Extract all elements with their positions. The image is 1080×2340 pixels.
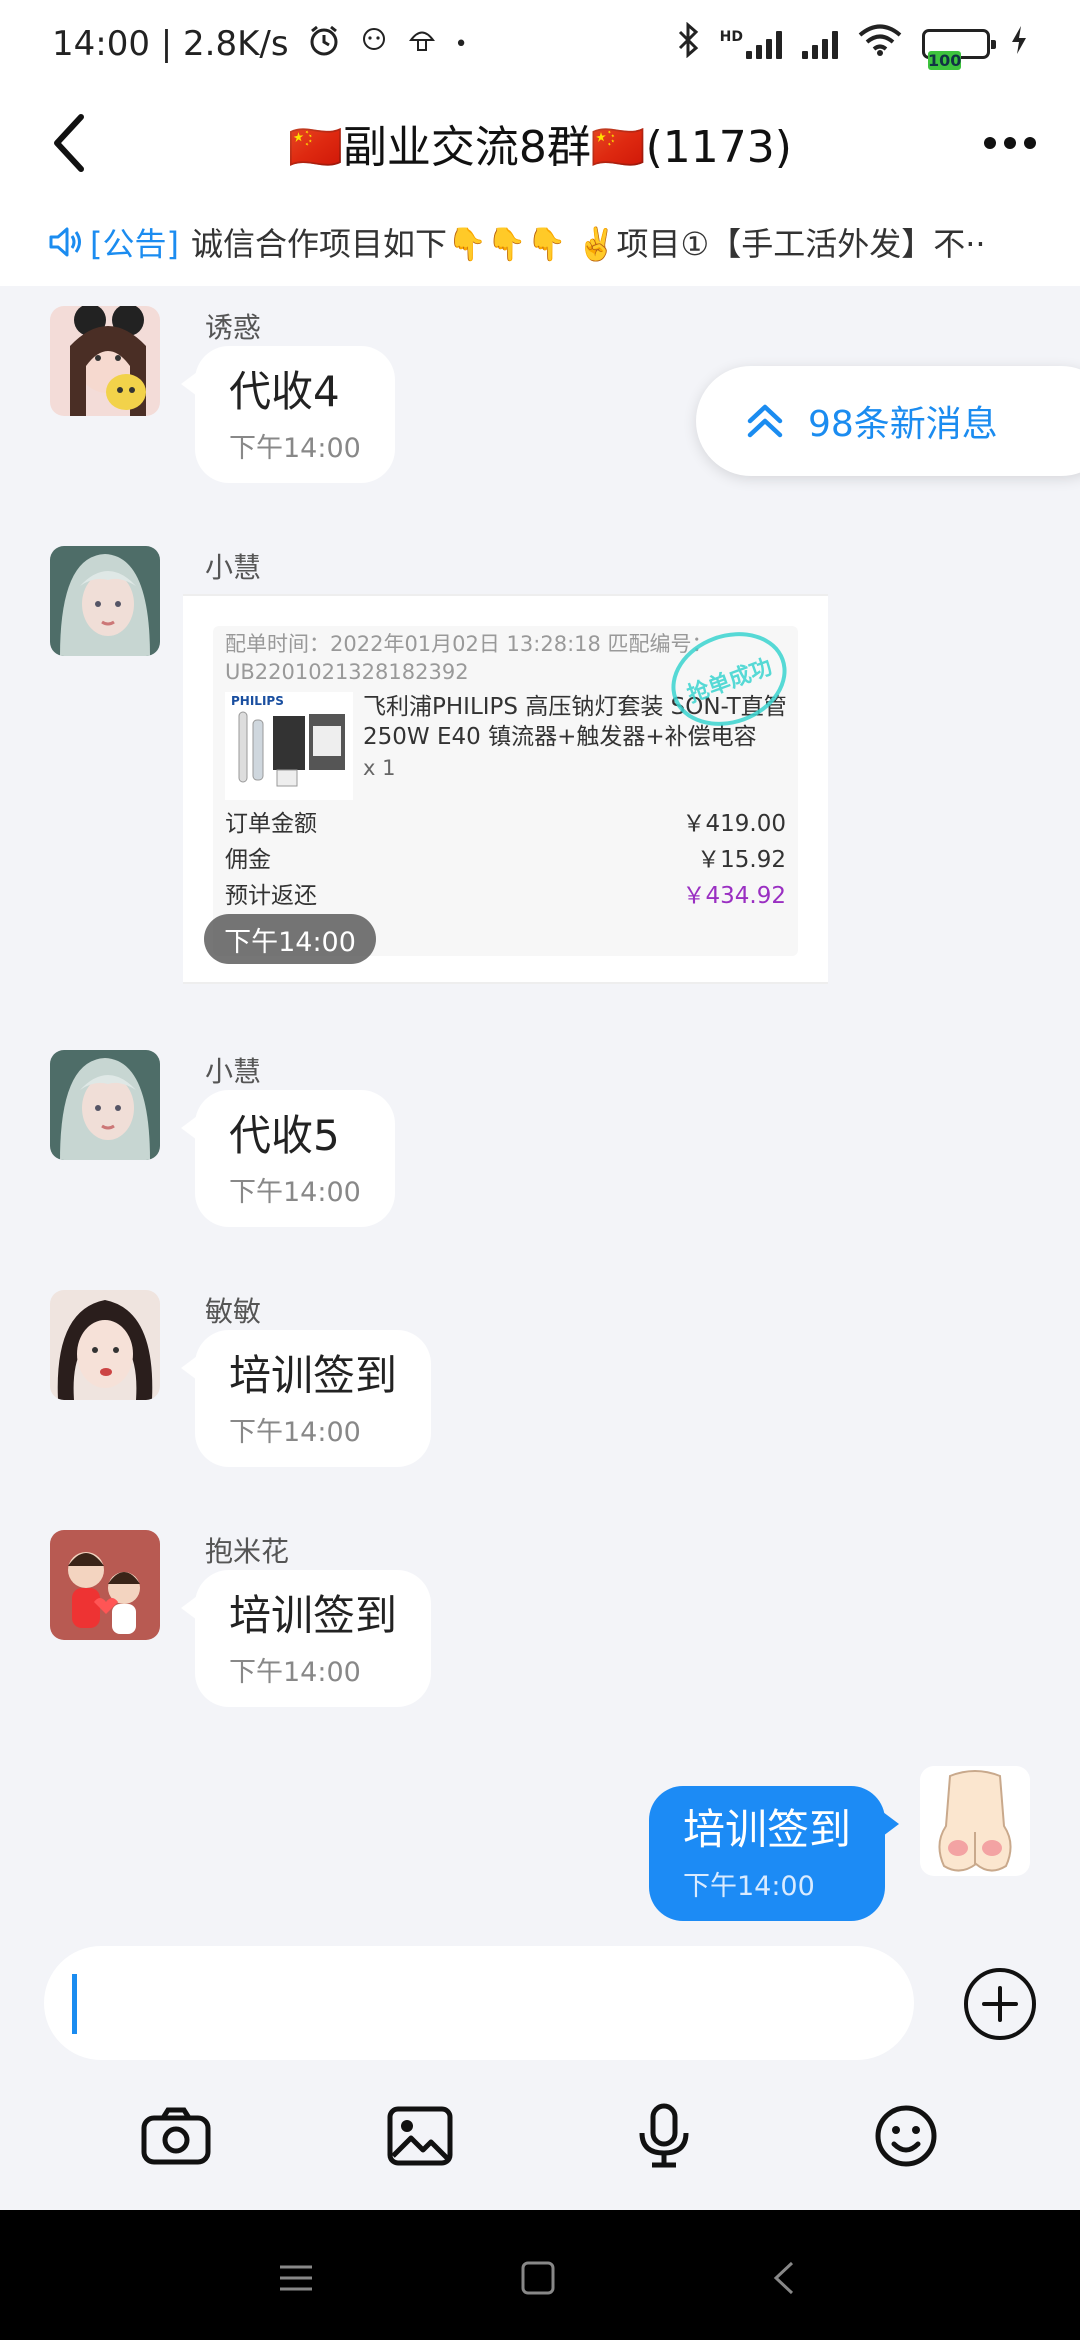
product-image: PHILIPS — [225, 692, 353, 800]
announcement-text: 诚信合作项目如下👇👇👇 ✌️项目①【手工活外发】不·· — [190, 225, 986, 263]
image-icon — [387, 2106, 453, 2166]
emoji-button[interactable] — [866, 2096, 946, 2176]
message-text: 培训签到 — [229, 1591, 398, 1640]
voice-button[interactable] — [624, 2096, 704, 2176]
camera-icon — [141, 2107, 211, 2165]
input-toolbar — [0, 2096, 1080, 2186]
text-caret — [72, 1974, 77, 2034]
new-messages-button[interactable]: 98条新消息 — [696, 366, 1080, 476]
menu-nav-button[interactable] — [266, 2248, 326, 2308]
app-notification-icon — [359, 24, 389, 64]
status-dot: • — [454, 31, 468, 57]
sender-name: 小慧 — [205, 551, 262, 584]
message-text: 培训签到 — [229, 1351, 398, 1400]
add-button[interactable] — [964, 1968, 1036, 2040]
battery-icon: 100 — [922, 29, 996, 70]
bluetooth-icon — [676, 21, 700, 67]
message-text: 代收5 — [229, 1111, 340, 1160]
order-card-body: 抢单成功 配单时间：2022年01月02日 13:28:18 匹配编号：UB22… — [213, 616, 800, 956]
speaker-icon — [48, 226, 84, 258]
sender-name: 抱米花 — [205, 1535, 290, 1568]
avatar[interactable] — [50, 1290, 160, 1400]
signal-icon — [802, 29, 838, 59]
plus-icon — [982, 1986, 1018, 2022]
status-time-speed: 14:00 | 2.8K/s — [52, 24, 289, 64]
order-amount-row: 订单金额 ￥419.00 — [225, 811, 786, 837]
double-chevron-up-icon — [747, 404, 783, 438]
commission-row: 佣金 ￥15.92 — [225, 847, 786, 873]
message-text: 代收4 — [229, 367, 340, 416]
message-time: 下午14:00 — [229, 433, 361, 464]
image-button[interactable] — [380, 2096, 460, 2176]
more-button[interactable] — [970, 118, 1050, 168]
page-title: 🇨🇳副业交流8群🇨🇳(1173) — [288, 122, 792, 173]
my-message-bubble[interactable]: 培训签到 下午14:00 — [648, 1786, 900, 1921]
charging-icon — [1010, 24, 1028, 64]
message-time: 下午14:00 — [682, 1871, 815, 1902]
more-dot-icon — [1024, 137, 1036, 149]
microphone-icon — [639, 2103, 689, 2168]
message-bubble[interactable]: 代收4 下午14:00 — [181, 346, 395, 483]
message-input[interactable] — [44, 1946, 914, 2060]
back-chevron-icon — [773, 2261, 794, 2295]
menu-icon — [280, 2265, 312, 2291]
chat-header: 🇨🇳副业交流8群🇨🇳(1173) — [0, 88, 1080, 198]
avatar[interactable] — [50, 306, 160, 416]
message-text: 培训签到 — [682, 1805, 851, 1854]
avatar[interactable] — [50, 1050, 160, 1160]
alarm-icon — [307, 23, 341, 66]
message-bubble[interactable]: 代收5 下午14:00 — [181, 1090, 395, 1227]
home-square-icon — [521, 2261, 555, 2295]
product-qty: x 1 — [363, 756, 396, 780]
wifi-icon — [858, 24, 902, 65]
sender-name: 小慧 — [205, 1055, 262, 1088]
message-time: 下午14:00 — [229, 1177, 361, 1208]
message-time: 下午14:00 — [229, 1657, 361, 1688]
my-avatar[interactable] — [920, 1766, 1030, 1876]
sender-name: 诱惑 — [205, 311, 262, 344]
emoji-icon — [875, 2105, 937, 2167]
announcement-tag: [公告] — [90, 225, 179, 263]
new-messages-label: 98条新消息 — [808, 404, 998, 445]
camera-button[interactable] — [136, 2096, 216, 2176]
back-nav-button[interactable] — [754, 2248, 814, 2308]
system-nav-bar — [0, 2210, 1080, 2340]
more-dot-icon — [1004, 137, 1016, 149]
sender-name: 敏敏 — [205, 1295, 262, 1328]
more-dot-icon — [984, 137, 996, 149]
message-bubble[interactable]: 培训签到 下午14:00 — [180, 1330, 432, 1467]
message-time: 下午14:00 — [229, 1417, 361, 1448]
avatar[interactable] — [50, 1530, 160, 1640]
message-time-overlay: 下午14:00 — [204, 914, 376, 964]
avatar[interactable] — [50, 546, 160, 656]
input-bar — [0, 1946, 1080, 2210]
hd-signal-icon: HD — [720, 29, 782, 59]
status-bar: 14:00 | 2.8K/s • HD 100 — [0, 0, 1080, 88]
home-nav-button[interactable] — [508, 2248, 568, 2308]
message-bubble[interactable]: 培训签到 下午14:00 — [180, 1570, 432, 1707]
back-arrow-icon — [54, 114, 84, 172]
group-announcement[interactable]: [公告] 诚信合作项目如下👇👇👇 ✌️项目①【手工活外发】不·· — [0, 198, 1080, 286]
message-list[interactable]: 诱惑 代收4 下午14:00 小慧 抢单成功 配单时间：2022年01月02日 … — [0, 286, 1080, 1946]
mushroom-icon — [407, 24, 437, 64]
expected-return-row: 预计返还 ￥434.92 — [225, 883, 786, 909]
back-button[interactable] — [34, 108, 104, 178]
